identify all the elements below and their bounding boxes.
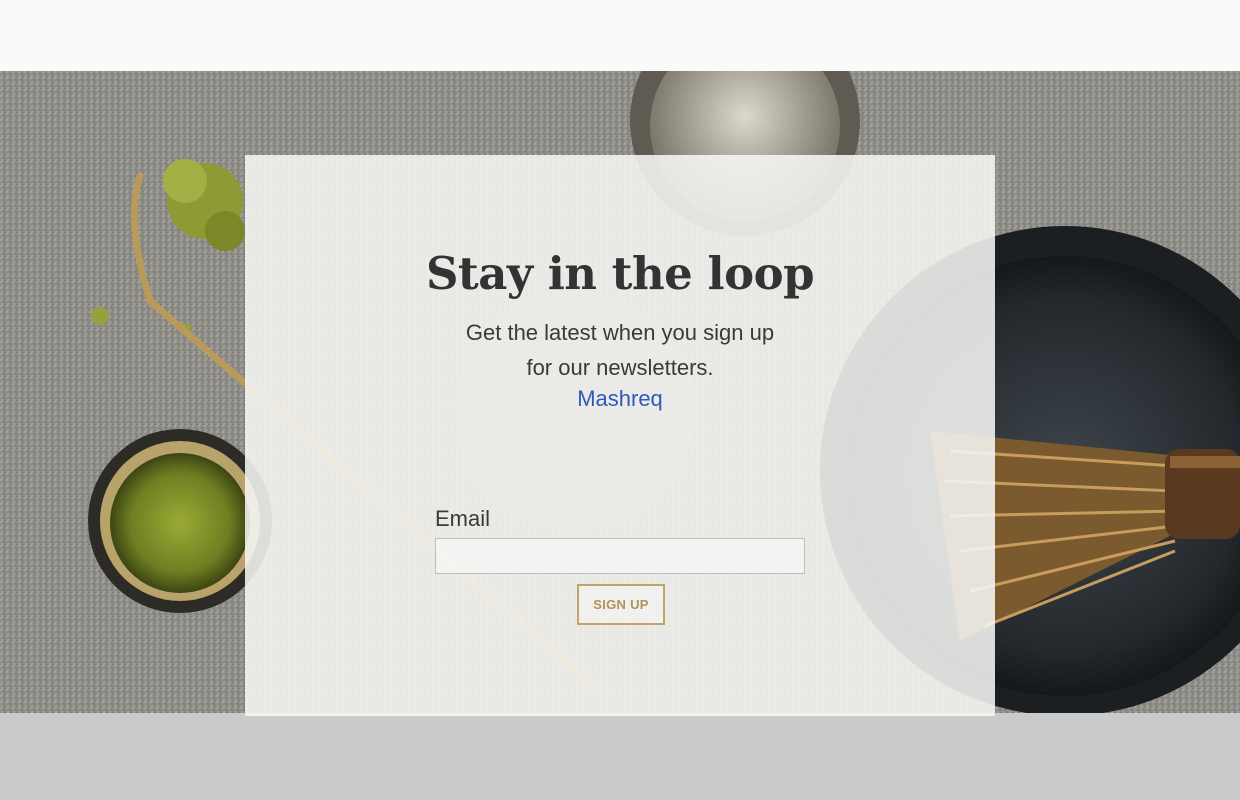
newsletter-title: Stay in the loop: [425, 247, 815, 300]
newsletter-subtitle: Get the latest when you sign up for our …: [245, 315, 995, 385]
bottom-band: [0, 713, 1240, 800]
brand-link[interactable]: Mashreq: [245, 384, 995, 414]
top-band: [0, 0, 1240, 71]
subtitle-line-1: Get the latest when you sign up: [465, 320, 775, 345]
signup-button[interactable]: SIGN UP: [577, 584, 665, 625]
newsletter-card: Stay in the loop Get the latest when you…: [245, 155, 995, 716]
email-field[interactable]: [435, 538, 805, 574]
subtitle-line-2: for our newsletters.: [526, 355, 714, 380]
newsletter-page: Stay in the loop Get the latest when you…: [0, 0, 1240, 800]
email-label: Email: [435, 506, 491, 531]
